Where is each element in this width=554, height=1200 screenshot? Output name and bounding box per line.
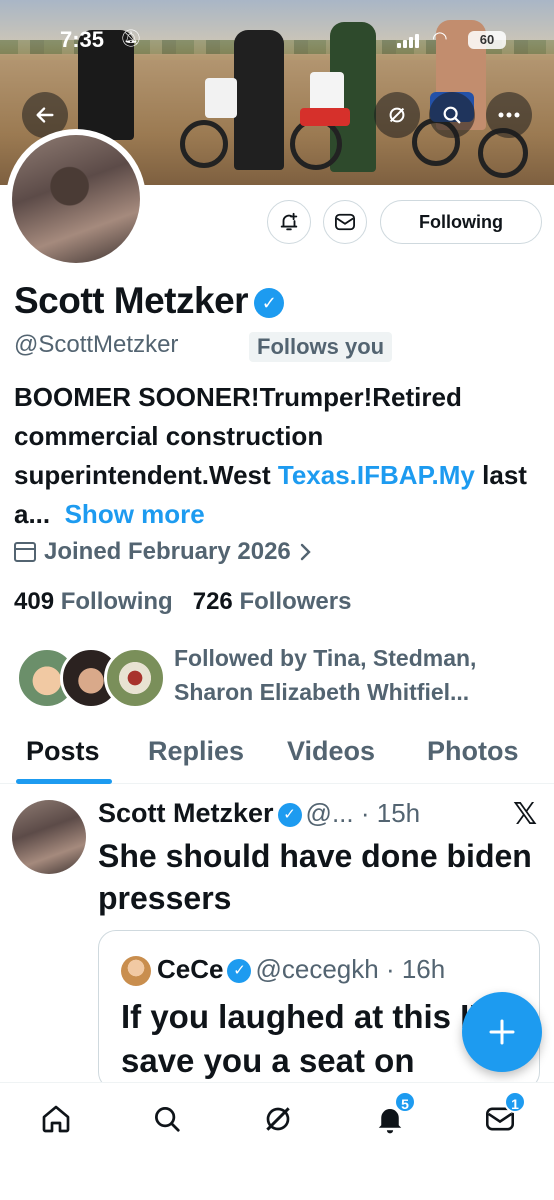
post-author-handle: @... bbox=[305, 798, 354, 828]
follow-counts: 409 Following 726 Followers bbox=[14, 588, 351, 616]
tab-posts[interactable]: Posts bbox=[26, 736, 100, 767]
wifi-icon: ◠ bbox=[432, 28, 448, 48]
tab-active-indicator bbox=[16, 779, 112, 784]
bottom-navigation: 5 1 bbox=[0, 1082, 554, 1200]
following-count: 409 bbox=[14, 588, 55, 615]
search-button[interactable] bbox=[429, 92, 475, 138]
post-header: Scott Metzker ✓ @... · 15h bbox=[98, 798, 420, 829]
calendar-icon bbox=[14, 542, 36, 562]
profile-name-text: Scott Metzker bbox=[14, 280, 249, 321]
post-separator: · bbox=[353, 798, 377, 828]
profile-name: Scott Metzker ✓ bbox=[14, 280, 285, 322]
verified-icon: ✓ bbox=[254, 288, 285, 318]
nav-home[interactable] bbox=[36, 1099, 76, 1139]
post-author-avatar[interactable] bbox=[12, 800, 86, 874]
quote-author-handle: @cecegkh bbox=[255, 954, 379, 984]
nav-grok[interactable] bbox=[258, 1099, 298, 1139]
grok-icon bbox=[266, 1107, 290, 1131]
quote-header: CeCe ✓ @cecegkh · 16h bbox=[157, 954, 445, 985]
x-logo-icon[interactable]: 𝕏 bbox=[513, 797, 537, 832]
notify-button[interactable] bbox=[267, 200, 311, 244]
silent-mode-icon: 🔕︎ bbox=[120, 29, 142, 48]
joined-text: Joined February 2026 bbox=[44, 538, 291, 565]
status-bar: 7:35 🔕︎ ◠ 60 bbox=[0, 0, 554, 58]
bio-link[interactable]: Texas.IFBAP.My bbox=[278, 460, 475, 490]
following-label: Following bbox=[60, 588, 173, 615]
followed-by-text[interactable]: Followed by Tina, Stedman, Sharon Elizab… bbox=[174, 641, 544, 709]
following-count-link[interactable]: 409 Following bbox=[14, 588, 173, 615]
compose-button[interactable] bbox=[462, 992, 542, 1072]
notification-add-icon bbox=[280, 212, 298, 231]
profile-avatar-image bbox=[12, 135, 140, 263]
tab-videos[interactable]: Videos bbox=[287, 736, 375, 767]
show-more-link[interactable]: Show more bbox=[65, 499, 205, 529]
status-time: 7:35 bbox=[60, 27, 105, 52]
post-time: 15h bbox=[376, 798, 421, 828]
banner-bike bbox=[180, 120, 228, 168]
post-author-name[interactable]: Scott Metzker bbox=[98, 798, 274, 828]
followers-count: 726 bbox=[192, 588, 233, 615]
chevron-right-icon bbox=[300, 543, 311, 561]
signal-icon bbox=[397, 34, 419, 48]
quote-author-avatar bbox=[121, 956, 151, 986]
verified-icon: ✓ bbox=[227, 959, 252, 983]
grok-icon bbox=[389, 107, 405, 123]
messages-badge: 1 bbox=[504, 1091, 526, 1113]
profile-tabs: Posts Replies Videos Photos bbox=[0, 730, 554, 784]
profile-handle: @ScottMetzker bbox=[14, 331, 179, 358]
banner-plate bbox=[205, 78, 237, 118]
followers-count-link[interactable]: 726 Followers bbox=[193, 588, 352, 615]
post-text: She should have done biden pressers bbox=[98, 838, 532, 916]
follows-you-badge: Follows you bbox=[249, 332, 393, 362]
mail-icon bbox=[335, 213, 355, 231]
joined-date[interactable]: Joined February 2026 bbox=[14, 538, 313, 566]
back-arrow-icon bbox=[36, 107, 54, 123]
verified-icon: ✓ bbox=[277, 803, 302, 827]
followers-label: Followers bbox=[239, 588, 352, 615]
profile-bio: BOOMER SOONER!Trumper!Retired commercial… bbox=[14, 378, 544, 534]
nav-notifications[interactable]: 5 bbox=[370, 1091, 416, 1139]
more-icon bbox=[498, 112, 520, 118]
quote-author-name: CeCe bbox=[157, 954, 224, 984]
quote-separator: · bbox=[378, 954, 402, 984]
compose-plus-icon bbox=[489, 1019, 515, 1045]
message-button[interactable] bbox=[323, 200, 367, 244]
profile-avatar[interactable] bbox=[6, 129, 146, 269]
grok-button[interactable] bbox=[374, 92, 420, 138]
nav-search[interactable] bbox=[147, 1099, 187, 1139]
home-icon bbox=[42, 1105, 70, 1133]
battery-indicator: 60 bbox=[468, 31, 506, 49]
more-button[interactable] bbox=[486, 92, 532, 138]
following-button[interactable]: Following bbox=[380, 200, 542, 244]
avatar bbox=[104, 647, 166, 709]
banner-fender bbox=[300, 108, 350, 126]
search-icon bbox=[155, 1107, 180, 1132]
followed-by-avatars[interactable] bbox=[16, 647, 166, 709]
tab-replies[interactable]: Replies bbox=[148, 736, 244, 767]
search-icon bbox=[443, 106, 461, 124]
quote-time: 16h bbox=[401, 954, 446, 984]
nav-messages[interactable]: 1 bbox=[480, 1091, 526, 1139]
tab-photos[interactable]: Photos bbox=[427, 736, 519, 767]
notifications-badge: 5 bbox=[394, 1091, 416, 1113]
